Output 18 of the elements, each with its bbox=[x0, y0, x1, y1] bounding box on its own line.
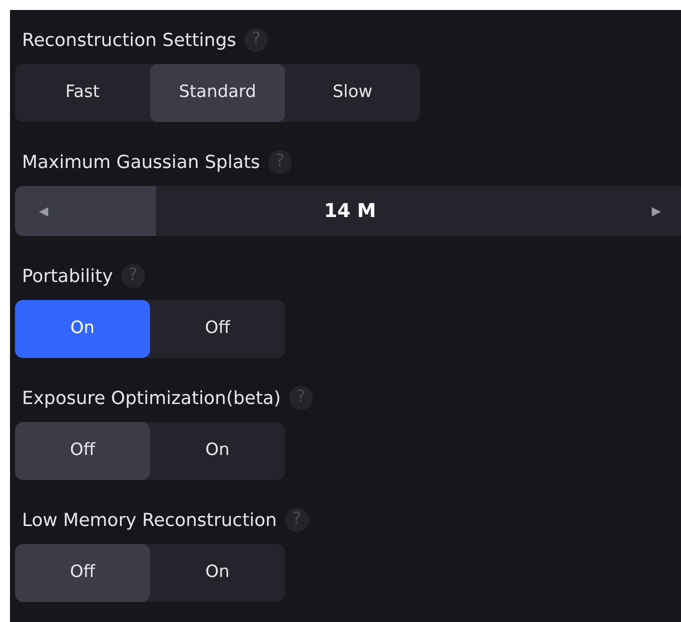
section-title: Maximum Gaussian Splats bbox=[22, 150, 260, 174]
slider-track[interactable]: ◀ 14 M ▶ bbox=[15, 186, 681, 236]
option-button[interactable]: Fast bbox=[15, 64, 150, 122]
slider-value: 14 M bbox=[324, 198, 376, 224]
decrease-button[interactable]: ◀ bbox=[39, 202, 48, 220]
option-button[interactable]: Slow bbox=[285, 64, 420, 122]
section-title: Reconstruction Settings bbox=[22, 28, 236, 52]
option-button[interactable]: On bbox=[150, 544, 285, 602]
section-title: Exposure Optimization(beta) bbox=[22, 386, 281, 410]
increase-button[interactable]: ▶ bbox=[652, 202, 661, 220]
option-button[interactable]: Off bbox=[15, 422, 150, 480]
option-button[interactable]: Off bbox=[15, 544, 150, 602]
option-button[interactable]: On bbox=[150, 422, 285, 480]
option-button[interactable]: On bbox=[15, 300, 150, 358]
option-button[interactable]: Standard bbox=[150, 64, 285, 122]
section-title: Portability bbox=[22, 264, 113, 288]
section-title: Low Memory Reconstruction bbox=[22, 508, 277, 532]
option-button[interactable]: Off bbox=[150, 300, 285, 358]
